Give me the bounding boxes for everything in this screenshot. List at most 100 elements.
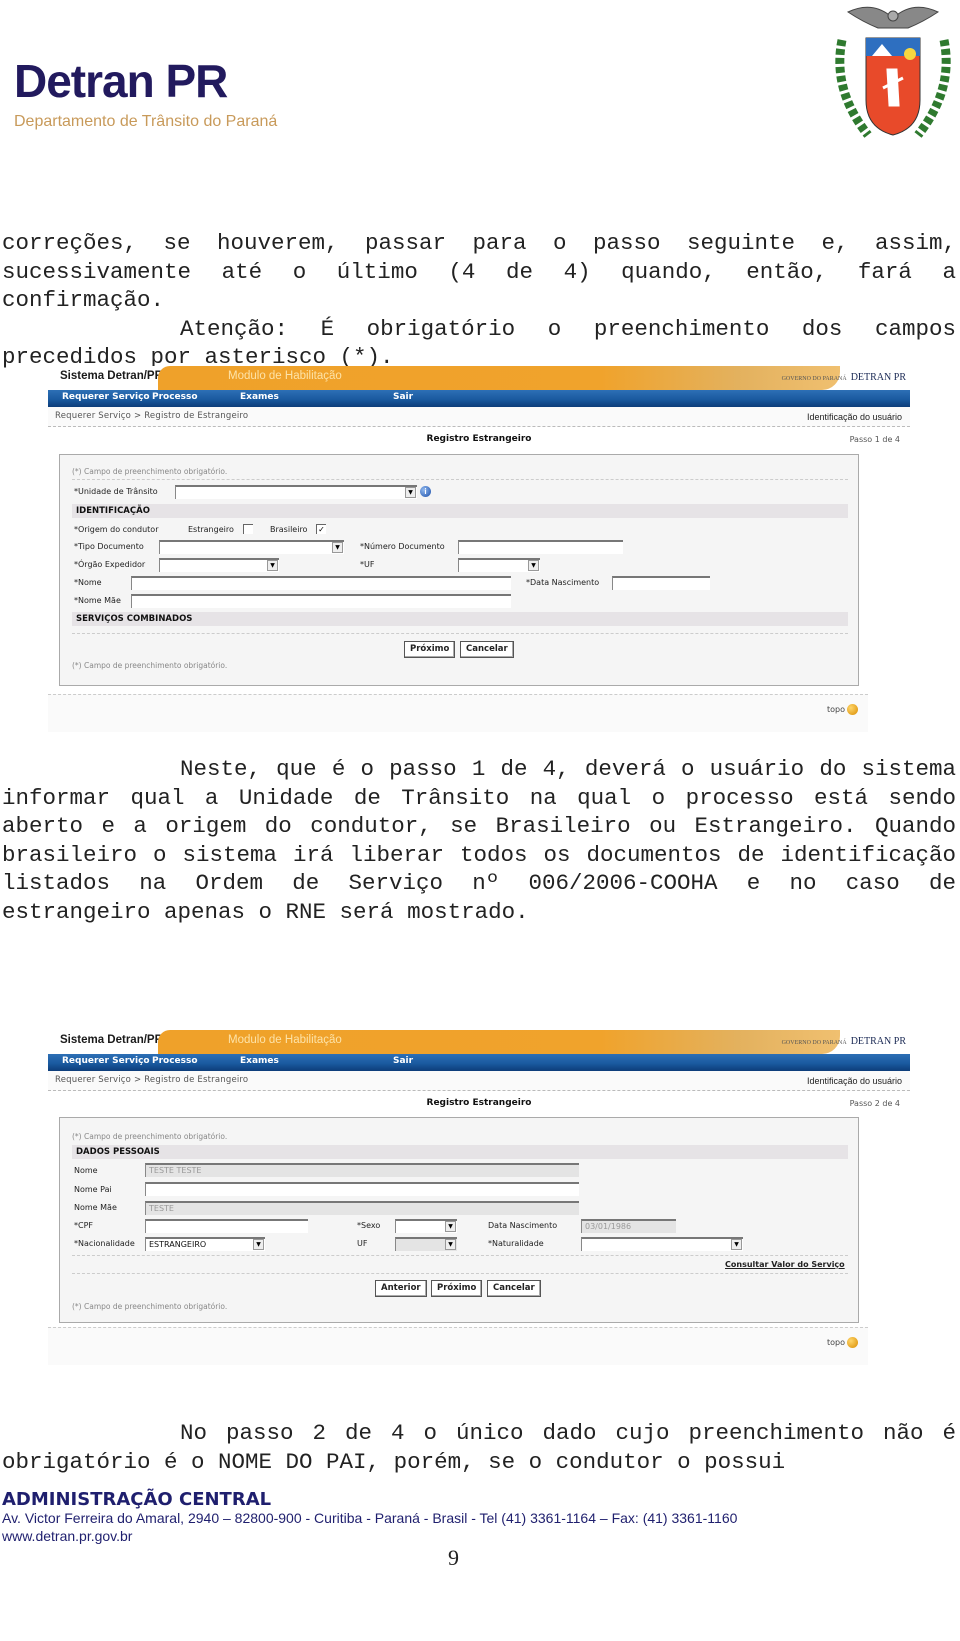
required-note: (*) Campo de preenchimento obrigatório. [72, 661, 228, 670]
brasileiro-label: Brasileiro [270, 525, 308, 534]
numero-documento-label: *Número Documento [360, 542, 445, 551]
orgao-expedidor-label: *Órgão Expedidor [74, 560, 146, 569]
naturalidade-select[interactable]: ▼ [581, 1237, 743, 1251]
arrow-up-icon [847, 1337, 858, 1348]
step-indicator: Passo 2 de 4 [849, 1099, 900, 1108]
breadcrumb: Requerer Serviço > Registro de Estrangei… [55, 1075, 249, 1085]
topo-link[interactable]: topo [827, 704, 858, 715]
step1-screenshot: Sistema Detran/PR Modulo de Habilitação … [48, 366, 910, 732]
nav-sair[interactable]: Sair [393, 392, 413, 402]
proximo-button[interactable]: Próximo [404, 641, 456, 658]
tipo-documento-select[interactable]: ▼ [159, 540, 344, 554]
data-nascimento-label: Data Nascimento [488, 1221, 558, 1230]
detran-logo-title: Detran PR [14, 55, 228, 107]
footer-address: Av. Victor Ferreira do Amaral, 2940 – 82… [2, 1510, 738, 1526]
nome-input[interactable] [131, 576, 511, 590]
section-dados-pessoais: DADOS PESSOAIS [72, 1145, 848, 1159]
chevron-down-icon: ▼ [332, 542, 343, 553]
data-nascimento-input[interactable] [612, 576, 710, 590]
numero-documento-input[interactable] [458, 540, 623, 554]
uf-label: *UF [360, 560, 375, 569]
brasileiro-checkbox[interactable]: ✓ [316, 524, 326, 534]
gov-brand: GOVERNO DO PARANÁ DETRAN PR [781, 372, 906, 383]
module-name: Modulo de Habilitação [228, 1034, 342, 1046]
arrow-up-icon [847, 704, 858, 715]
footer-org: ADMINISTRAÇÃO CENTRAL [2, 1489, 272, 1510]
user-identification-link[interactable]: Identificação do usuário [807, 1076, 902, 1086]
page-bottom-row: topo [48, 1327, 868, 1365]
tipo-documento-label: *Tipo Documento [74, 542, 144, 551]
cancelar-button[interactable]: Cancelar [487, 1280, 541, 1297]
breadcrumb: Requerer Serviço > Registro de Estrangei… [55, 411, 249, 421]
nome-mae-input[interactable] [131, 594, 511, 608]
system-name: Sistema Detran/PR [60, 370, 163, 382]
nav-bar: Requerer Serviço Processo Exames Sair [48, 1054, 910, 1071]
nome-mae-input[interactable]: TESTE [145, 1201, 579, 1215]
uf-label: UF [357, 1239, 368, 1248]
cpf-label: *CPF [74, 1221, 94, 1230]
nav-sair[interactable]: Sair [393, 1056, 413, 1066]
nacionalidade-label: *Nacionalidade [74, 1239, 135, 1248]
step1-form: (*) Campo de preenchimento obrigatório. … [59, 454, 859, 686]
orgao-expedidor-select[interactable]: ▼ [159, 558, 279, 572]
nacionalidade-select[interactable]: ESTRANGEIRO ▼ [145, 1237, 265, 1251]
divider [72, 633, 848, 634]
divider [72, 1255, 848, 1256]
nome-mae-label: *Nome Mãe [74, 596, 121, 605]
form-title-row: Registro Estrangeiro Passo 2 de 4 [48, 1091, 910, 1117]
app-topbar: Sistema Detran/PR Modulo de Habilitação … [48, 366, 910, 390]
step2-screenshot: Sistema Detran/PR Modulo de Habilitação … [48, 1030, 910, 1365]
topo-link[interactable]: topo [827, 1337, 858, 1348]
chevron-down-icon: ▼ [405, 487, 416, 498]
user-identification-link[interactable]: Identificação do usuário [807, 412, 902, 422]
chevron-down-icon: ▼ [731, 1239, 742, 1250]
breadcrumb-row: Requerer Serviço > Registro de Estrangei… [48, 407, 910, 427]
proximo-button[interactable]: Próximo [431, 1280, 483, 1297]
cpf-input[interactable] [145, 1219, 308, 1233]
paragraph-step2: No passo 2 de 4 o único dado cujo preenc… [2, 1419, 956, 1476]
chevron-down-icon: ▼ [445, 1239, 456, 1250]
nav-exames[interactable]: Exames [240, 1056, 279, 1066]
nome-label: *Nome [74, 578, 102, 587]
data-nascimento-input[interactable]: 03/01/1986 [581, 1219, 676, 1233]
anterior-button[interactable]: Anterior [375, 1280, 427, 1297]
uf-select[interactable]: ▼ [395, 1237, 457, 1251]
sexo-select[interactable]: ▼ [395, 1219, 457, 1233]
required-note: (*) Campo de preenchimento obrigatório. [72, 467, 228, 476]
data-nascimento-label: *Data Nascimento [526, 578, 600, 587]
naturalidade-label: *Naturalidade [488, 1239, 544, 1248]
estrangeiro-label: Estrangeiro [188, 525, 234, 534]
nav-bar: Requerer Serviço Processo Exames Sair [48, 390, 910, 407]
nav-requerer-servico[interactable]: Requerer Serviço [62, 392, 150, 402]
form-title-row: Registro Estrangeiro Passo 1 de 4 [48, 427, 910, 453]
nome-input[interactable]: TESTE TESTE [145, 1163, 579, 1177]
page-number: 9 [448, 1545, 459, 1570]
estrangeiro-checkbox[interactable] [243, 524, 253, 534]
form-title: Registro Estrangeiro [426, 434, 532, 444]
unidade-transito-select[interactable]: ▼ [175, 485, 417, 499]
detran-logo-subtitle: Departamento de Trânsito do Paraná [14, 113, 278, 130]
page-bottom-row: topo [48, 694, 868, 732]
nav-exames[interactable]: Exames [240, 392, 279, 402]
nome-pai-input[interactable] [145, 1182, 579, 1196]
nav-processo[interactable]: Processo [152, 1056, 198, 1066]
chevron-down-icon: ▼ [445, 1221, 456, 1232]
info-icon[interactable]: i [420, 486, 431, 497]
required-note: (*) Campo de preenchimento obrigatório. [72, 1302, 228, 1311]
nav-processo[interactable]: Processo [152, 392, 198, 402]
consultar-valor-servico-link[interactable]: Consultar Valor do Serviço [725, 1260, 845, 1269]
uf-select[interactable]: ▼ [458, 558, 540, 572]
required-note: (*) Campo de preenchimento obrigatório. [72, 1132, 228, 1141]
chevron-down-icon: ▼ [267, 560, 278, 571]
divider [72, 479, 848, 480]
nome-label: Nome [74, 1166, 98, 1175]
breadcrumb-row: Requerer Serviço > Registro de Estrangei… [48, 1071, 910, 1091]
form-title: Registro Estrangeiro [426, 1098, 532, 1108]
parana-coat-of-arms-icon [835, 6, 951, 138]
cancelar-button[interactable]: Cancelar [460, 641, 514, 658]
origem-condutor-label: *Origem do condutor [74, 525, 159, 534]
section-identificacao: IDENTIFICAÇÃO [72, 504, 848, 518]
divider [72, 1273, 848, 1274]
nav-requerer-servico[interactable]: Requerer Serviço [62, 1056, 150, 1066]
footer-website[interactable]: www.detran.pr.gov.br [2, 1528, 132, 1544]
